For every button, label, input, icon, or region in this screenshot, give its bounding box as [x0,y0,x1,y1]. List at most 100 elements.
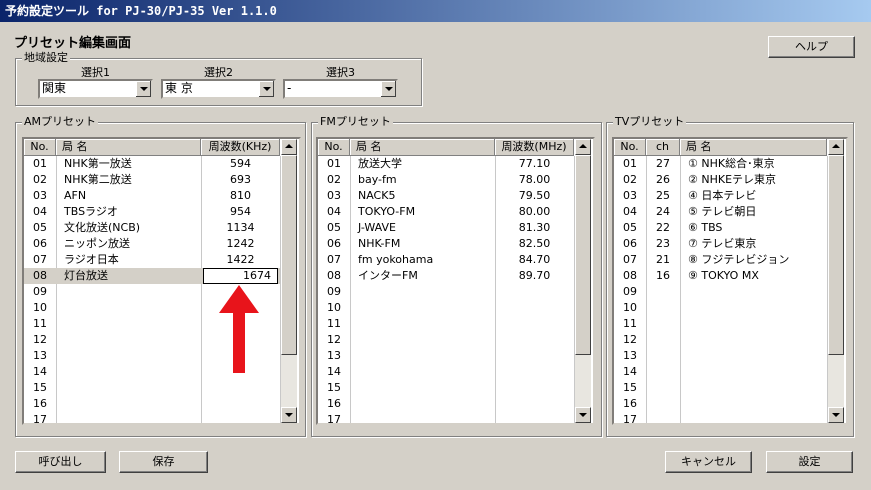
tv-table-row[interactable]: 14 [614,364,827,380]
am-table-row[interactable]: 06 ニッポン放送 1242 [24,236,280,252]
fm-cell-no: 03 [327,189,341,202]
am-column-header[interactable]: 局 名 [56,139,201,156]
am-table-row[interactable]: 01 NHK第一放送 594 [24,156,280,172]
am-cell-name: TBSラジオ [64,205,118,218]
tv-table-row[interactable]: 13 [614,348,827,364]
fm-table-row[interactable]: 03 NACK5 79.50 [318,188,574,204]
am-table-row[interactable]: 07 ラジオ日本 1422 [24,252,280,268]
fm-table-row[interactable]: 11 [318,316,574,332]
fm-cell-freq [495,412,574,423]
scroll-down-icon[interactable] [281,407,297,423]
fm-table-row[interactable]: 17 [318,412,574,423]
tv-cell-name [646,396,680,412]
fm-cell-name: J-WAVE [358,221,396,234]
fm-scrollbar[interactable] [575,139,591,423]
region-select-1[interactable]: 関東 [38,79,153,99]
help-button[interactable]: ヘルプ [768,36,855,58]
tv-table-row[interactable]: 01 27 ① NHK総合･東京 [614,156,827,172]
select1-label: 選択1 [81,66,110,79]
fm-column-header[interactable]: 局 名 [350,139,495,156]
tv-preset-list[interactable]: No. ch 局 名 01 27 ① NHK総合･東京 02 26 ② NHKEテレ東京 03 25… [612,137,848,425]
tv-table-row[interactable]: 05 22 ⑥ TBS [614,220,827,236]
tv-cell-freq: ① NHK総合･東京 [688,157,775,170]
page-title: プリセット編集画面 [14,36,132,51]
frequency-edit-input[interactable]: 1674 [203,268,278,284]
load-button[interactable]: 呼び出し [15,451,106,473]
region-settings-label: 地域設定 [22,51,70,65]
tv-table-row[interactable]: 12 [614,332,827,348]
chevron-down-icon[interactable] [135,81,151,97]
fm-table-row[interactable]: 13 [318,348,574,364]
chevron-down-icon[interactable] [258,81,274,97]
scroll-up-icon[interactable] [828,139,844,155]
tv-table-row[interactable]: 02 26 ② NHKEテレ東京 [614,172,827,188]
tv-column-header[interactable]: 局 名 [680,139,827,156]
fm-table-row[interactable]: 12 [318,332,574,348]
region-select-3[interactable]: - [283,79,398,99]
tv-table-row[interactable]: 09 [614,284,827,300]
am-cell-name: 文化放送(NCB) [64,221,141,234]
am-table-row[interactable]: 08 灯台放送 1674 [24,268,280,284]
tv-scrollbar[interactable] [828,139,844,423]
am-cell-name [56,412,201,423]
tv-column-header[interactable]: No. [614,139,646,156]
tv-table-row[interactable]: 04 24 ⑤ テレビ朝日 [614,204,827,220]
fm-preset-list[interactable]: No. 局 名周波数(MHz) 01 放送大学 77.10 02 bay-fm 78.00 03… [316,137,595,425]
tv-table-row[interactable]: 11 [614,316,827,332]
scroll-up-icon[interactable] [575,139,591,155]
scroll-up-icon[interactable] [281,139,297,155]
region-select-2[interactable]: 東 京 [161,79,276,99]
apply-button[interactable]: 設定 [766,451,853,473]
cancel-button[interactable]: キャンセル [665,451,752,473]
am-table-row[interactable]: 02 NHK第二放送 693 [24,172,280,188]
fm-table-row[interactable]: 09 [318,284,574,300]
fm-table-row[interactable]: 10 [318,300,574,316]
scroll-down-icon[interactable] [575,407,591,423]
save-button[interactable]: 保存 [119,451,208,473]
am-table-row[interactable]: 17 [24,412,280,423]
tv-column-header[interactable]: ch [646,139,680,156]
am-table-row[interactable]: 03 AFN 810 [24,188,280,204]
fm-column-header[interactable]: No. [318,139,350,156]
fm-table-row[interactable]: 02 bay-fm 78.00 [318,172,574,188]
tv-table-row[interactable]: 03 25 ④ 日本テレビ [614,188,827,204]
am-preset-label: AMプリセット [22,115,99,129]
am-column-header[interactable]: No. [24,139,56,156]
am-column-header[interactable]: 周波数(KHz) [201,139,280,156]
fm-table-row[interactable]: 05 J-WAVE 81.30 [318,220,574,236]
fm-cell-name: TOKYO-FM [358,205,416,218]
scroll-thumb[interactable] [575,155,591,355]
am-table-row[interactable]: 05 文化放送(NCB) 1134 [24,220,280,236]
fm-table-row[interactable]: 06 NHK-FM 82.50 [318,236,574,252]
tv-table-row[interactable]: 07 21 ⑧ フジテレビジョン [614,252,827,268]
tv-cell-freq [680,300,827,316]
tv-cell-no: 02 [623,173,637,186]
tv-table-row[interactable]: 17 [614,412,827,423]
tv-cell-no: 03 [623,189,637,202]
fm-column-header[interactable]: 周波数(MHz) [495,139,574,156]
tv-cell-freq: ④ 日本テレビ [688,189,757,202]
am-table-row[interactable]: 15 [24,380,280,396]
chevron-down-icon[interactable] [380,81,396,97]
am-scrollbar[interactable] [281,139,297,423]
tv-cell-name: 23 [656,237,670,250]
fm-table-row[interactable]: 16 [318,396,574,412]
tv-table-row[interactable]: 16 [614,396,827,412]
tv-table-row[interactable]: 06 23 ⑦ テレビ東京 [614,236,827,252]
am-table-row[interactable]: 16 [24,396,280,412]
scroll-thumb[interactable] [281,155,297,355]
fm-table-row[interactable]: 14 [318,364,574,380]
am-table-row[interactable]: 04 TBSラジオ 954 [24,204,280,220]
fm-table-row[interactable]: 15 [318,380,574,396]
am-preset-list[interactable]: No. 局 名周波数(KHz) 01 NHK第一放送 594 02 NHK第二放送 693 03… [22,137,301,425]
fm-cell-freq [495,396,574,412]
scroll-down-icon[interactable] [828,407,844,423]
scroll-thumb[interactable] [828,155,844,355]
tv-table-row[interactable]: 08 16 ⑨ TOKYO MX [614,268,827,284]
tv-table-row[interactable]: 15 [614,380,827,396]
fm-table-row[interactable]: 04 TOKYO-FM 80.00 [318,204,574,220]
tv-table-row[interactable]: 10 [614,300,827,316]
fm-table-row[interactable]: 08 インターFM 89.70 [318,268,574,284]
fm-table-row[interactable]: 01 放送大学 77.10 [318,156,574,172]
fm-table-row[interactable]: 07 fm yokohama 84.70 [318,252,574,268]
